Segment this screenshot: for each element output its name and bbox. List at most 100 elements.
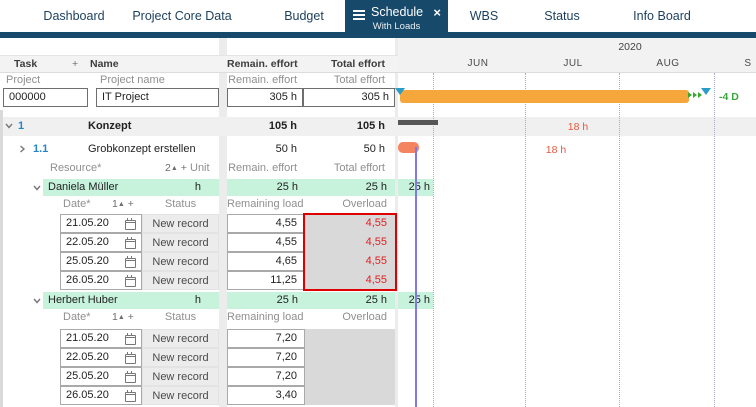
load-record-row: 25.05.20 New record 7,20 <box>0 367 756 386</box>
project-remain-effort-field[interactable]: 305 h <box>227 88 303 107</box>
record-sort-control[interactable]: 1▲ + <box>112 311 134 323</box>
load-record-row: 26.05.20 New record 3,40 <box>0 386 756 405</box>
resource-remain-effort: 25 h <box>227 292 305 309</box>
date-field[interactable]: 21.05.20 <box>60 329 142 348</box>
tab-info-board[interactable]: Info Board <box>633 0 691 32</box>
tab-status[interactable]: Status <box>544 0 579 32</box>
remaining-load-column-header: Remaining load <box>227 198 303 210</box>
status-cell[interactable]: New record <box>142 233 219 252</box>
date-field[interactable]: 22.05.20 <box>60 348 142 367</box>
status-column-header: Status <box>142 198 219 210</box>
timeline-year: 2020 <box>600 41 660 53</box>
chevron-down-icon[interactable] <box>4 121 14 131</box>
date-marker-line <box>415 147 417 407</box>
status-cell[interactable]: New record <box>142 367 219 386</box>
project-name-field[interactable]: IT Project <box>96 88 219 107</box>
task-wbs: 1.1 <box>33 143 48 155</box>
date-field[interactable]: 26.05.20 <box>60 271 142 290</box>
overload-cell <box>305 386 395 405</box>
tab-wbs[interactable]: WBS <box>470 0 498 32</box>
date-field[interactable]: 25.05.20 <box>60 252 142 271</box>
resource-unit: h <box>195 294 201 306</box>
timeline-month-partial: S <box>744 55 751 73</box>
summary-gantt-bar[interactable] <box>398 120 438 125</box>
schedule-with-loads-app: Dashboard Project Core Data Budget WBS S… <box>0 0 756 407</box>
overload-column-header: Overload <box>305 311 393 323</box>
overload-alert-border <box>303 213 397 291</box>
status-cell[interactable]: New record <box>142 271 219 290</box>
task-name[interactable]: Konzept <box>88 120 208 132</box>
date-column-header: Date* <box>63 311 91 323</box>
date-field[interactable]: 26.05.20 <box>60 386 142 405</box>
add-record-button[interactable]: + <box>128 198 134 210</box>
task-name[interactable]: Grobkonzept erstellen <box>88 143 218 155</box>
menu-icon[interactable] <box>353 10 365 20</box>
tab-schedule-active[interactable]: Schedule × With Loads <box>345 0 448 38</box>
status-cell[interactable]: New record <box>142 329 219 348</box>
project-delay-label: -4 D <box>719 91 739 103</box>
task-total-effort: 50 h <box>303 143 391 155</box>
chevron-right-icon[interactable] <box>17 144 27 154</box>
status-cell[interactable]: New record <box>142 348 219 367</box>
record-sort-control[interactable]: 1▲ + <box>112 198 134 210</box>
remaining-load-field[interactable]: 7,20 <box>227 367 305 386</box>
remaining-load-field[interactable]: 11,25 <box>227 271 305 290</box>
date-value: 25.05.20 <box>66 370 109 382</box>
resource-name-cell[interactable]: Daniela Müllerh <box>43 179 219 196</box>
status-cell[interactable]: New record <box>142 386 219 405</box>
project-total-effort-field[interactable]: 305 h <box>303 88 395 107</box>
chevron-down-icon[interactable] <box>32 183 42 193</box>
add-record-button[interactable]: + <box>128 311 134 323</box>
resource-total-effort: 25 h <box>305 292 395 309</box>
calendar-icon[interactable] <box>125 277 136 287</box>
tab-project-core-data[interactable]: Project Core Data <box>132 0 231 32</box>
remaining-load-field[interactable]: 4,55 <box>227 214 305 233</box>
tab-label: Status <box>544 9 579 23</box>
tab-budget[interactable]: Budget <box>284 0 324 32</box>
tab-sublabel: With Loads <box>345 21 448 32</box>
remaining-load-field[interactable]: 3,40 <box>227 386 305 405</box>
bar-end-marker-icon[interactable] <box>701 88 711 95</box>
resource-name-cell[interactable]: Herbert Huberh <box>43 292 219 309</box>
subheader-project-name: Project name <box>100 73 180 87</box>
remaining-load-field[interactable]: 4,65 <box>227 252 305 271</box>
bar-start-marker-icon[interactable] <box>395 88 405 95</box>
close-icon[interactable]: × <box>433 5 441 20</box>
status-cell[interactable]: New record <box>142 252 219 271</box>
remaining-load-field[interactable]: 4,55 <box>227 233 305 252</box>
month-gridline <box>619 73 620 407</box>
remaining-load-field[interactable]: 7,20 <box>227 329 305 348</box>
add-resource-button[interactable]: + <box>181 162 187 174</box>
add-column-button[interactable]: + <box>72 55 86 73</box>
calendar-icon[interactable] <box>125 220 136 230</box>
calendar-icon[interactable] <box>125 373 136 383</box>
calendar-icon[interactable] <box>125 392 136 402</box>
load-record-row: 21.05.20 New record 7,20 <box>0 329 756 348</box>
date-field[interactable]: 25.05.20 <box>60 367 142 386</box>
calendar-icon[interactable] <box>125 354 136 364</box>
chevron-down-icon[interactable] <box>32 296 42 306</box>
date-value: 21.05.20 <box>66 217 109 229</box>
timeline-month: AUG <box>656 55 679 73</box>
status-cell[interactable]: New record <box>142 214 219 233</box>
unit-column-header: Unit <box>190 162 210 174</box>
project-gantt-bar[interactable] <box>400 90 689 103</box>
tab-dashboard[interactable]: Dashboard <box>43 0 104 32</box>
overload-cell <box>305 329 395 348</box>
date-field[interactable]: 22.05.20 <box>60 233 142 252</box>
task-overload-label: 18 h <box>538 144 574 156</box>
calendar-icon[interactable] <box>125 335 136 345</box>
tab-label: Schedule <box>371 5 423 19</box>
remain-effort-column-header: Remain. effort <box>227 162 303 174</box>
calendar-icon[interactable] <box>125 258 136 268</box>
calendar-icon[interactable] <box>125 239 136 249</box>
resource-remain-effort: 25 h <box>227 179 305 196</box>
tab-label: Dashboard <box>43 9 104 23</box>
remaining-load-field[interactable]: 7,20 <box>227 348 305 367</box>
resource-sort-control[interactable]: 2▲ + <box>165 162 187 174</box>
date-field[interactable]: 21.05.20 <box>60 214 142 233</box>
column-header-task: Task <box>14 55 64 73</box>
project-id-field[interactable]: 000000 <box>3 88 88 107</box>
column-header-name: Name <box>90 55 150 73</box>
record-header-row: Date* 1▲ + Status Remaining load Overloa… <box>0 198 756 213</box>
